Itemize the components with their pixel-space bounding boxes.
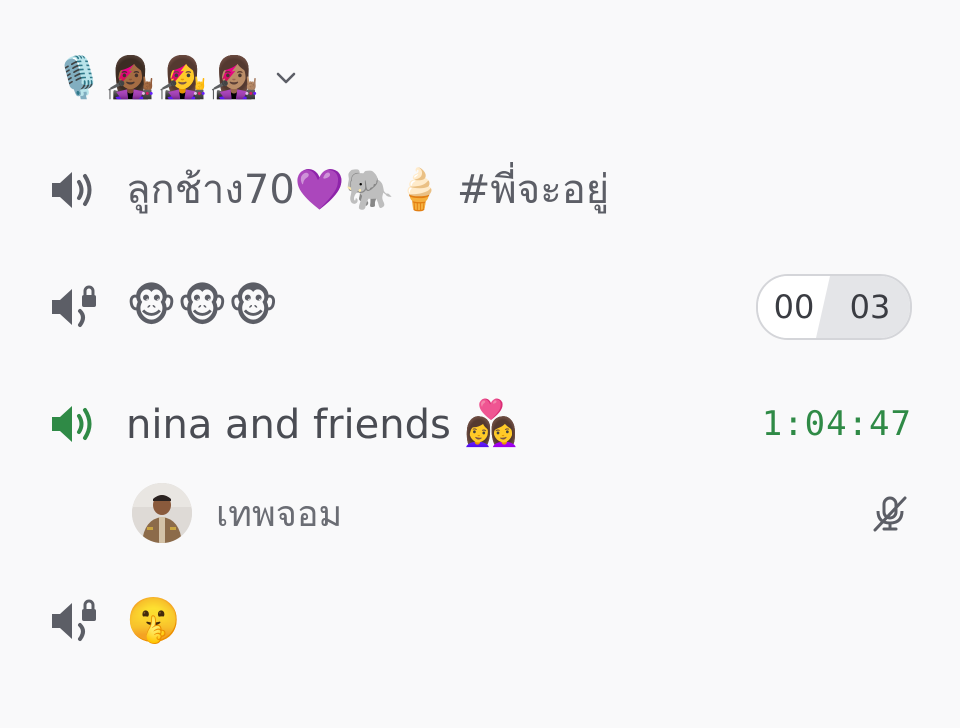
voice-user[interactable]: เทพจอม bbox=[132, 482, 912, 544]
microphone-muted-icon bbox=[868, 491, 912, 535]
voice-channel-2[interactable]: 🐵🐵🐵 00 03 bbox=[48, 271, 912, 343]
chevron-down-icon[interactable] bbox=[275, 67, 297, 89]
voice-user-name: เทพจอม bbox=[216, 493, 343, 535]
channel-name: 🐵🐵🐵 bbox=[126, 281, 279, 332]
voice-channel-3-active[interactable]: nina and friends 👩‍❤️‍👩 1:04:47 bbox=[48, 388, 912, 460]
speaker-active-icon bbox=[48, 398, 100, 450]
category-name: 🎙️👩🏾‍🎤👩‍🎤👩🏽‍🎤 bbox=[54, 55, 262, 101]
speaker-lock-icon bbox=[48, 595, 100, 647]
speaker-icon bbox=[48, 164, 100, 216]
voice-channel-4[interactable]: 🤫 bbox=[48, 585, 912, 657]
channel-name: 🤫 bbox=[126, 595, 181, 646]
channel-name-text: nina and friends bbox=[126, 401, 464, 448]
voice-channel-list: 🎙️👩🏾‍🎤👩‍🎤👩🏽‍🎤 ลูกช้าง70💜🐘🍦 #พี่จะอยู่ bbox=[0, 0, 960, 728]
user-limit-pill: 00 03 bbox=[756, 274, 912, 340]
channel-name: nina and friends 👩‍❤️‍👩 bbox=[126, 398, 518, 451]
user-limit-count: 03 bbox=[816, 276, 910, 338]
voice-channel-1[interactable]: ลูกช้าง70💜🐘🍦 #พี่จะอยู่ bbox=[48, 154, 912, 226]
speaker-lock-icon bbox=[48, 281, 100, 333]
category-header[interactable]: 🎙️👩🏾‍🎤👩‍🎤👩🏽‍🎤 bbox=[54, 48, 297, 108]
avatar bbox=[132, 483, 192, 543]
channel-name-emoji: 👩‍❤️‍👩 bbox=[463, 397, 519, 449]
channel-name: ลูกช้าง70💜🐘🍦 #พี่จะอยู่ bbox=[126, 167, 610, 213]
session-timer: 1:04:47 bbox=[761, 404, 912, 444]
